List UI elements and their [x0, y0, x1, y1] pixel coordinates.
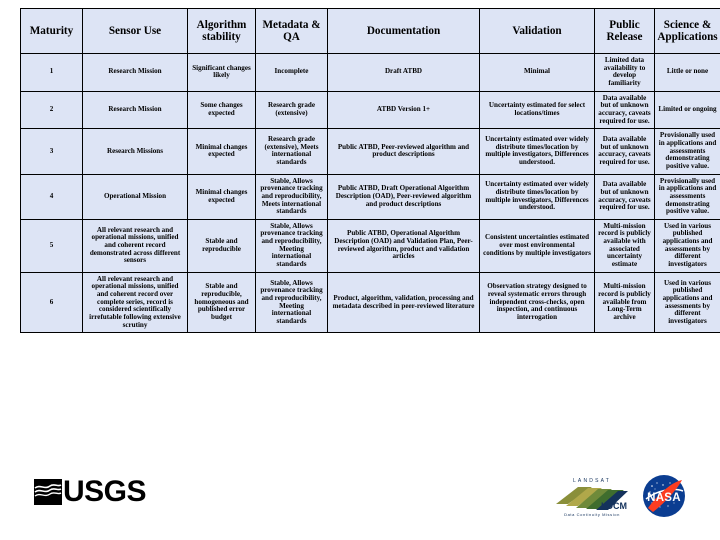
cell-documentation: Public ATBD, Peer-reviewed algorithm and… — [327, 128, 480, 175]
cell-maturity-level: 4 — [20, 173, 83, 220]
column-header-science-applications: Science & Applications — [654, 8, 720, 54]
cell-algorithm-stability: Stable and reproducible — [187, 218, 256, 273]
cell-documentation: Public ATBD, Draft Operational Algorithm… — [327, 173, 480, 220]
cell-validation: Uncertainty estimated over widely distri… — [479, 173, 595, 220]
column-header-algorithm-stability: Algorithm stability — [187, 8, 256, 54]
svg-text:NASA: NASA — [647, 492, 681, 504]
cell-validation: Minimal — [479, 53, 595, 92]
cell-science-applications: Provisionally used in applications and a… — [654, 173, 720, 220]
cell-public-release: Multi-mission record is publicly availab… — [594, 218, 655, 273]
cell-maturity-level: 2 — [20, 90, 83, 130]
slide-canvas: Maturity Sensor Use Algorithm stability … — [0, 0, 720, 540]
cell-public-release: Data available but of unknown accuracy, … — [594, 90, 655, 130]
cell-sensor-use: All relevant research and operational mi… — [82, 271, 188, 334]
nasa-meatball-logo: NASA — [640, 472, 688, 520]
cell-maturity-level: 5 — [20, 218, 83, 273]
table-row: 3 Research Missions Minimal changes expe… — [20, 128, 720, 175]
cell-science-applications: Used in various published applications a… — [654, 271, 720, 334]
cell-sensor-use: Research Mission — [82, 53, 188, 92]
column-header-maturity: Maturity — [20, 8, 83, 54]
cell-algorithm-stability: Significant changes likely — [187, 53, 256, 92]
cell-metadata-qa: Stable, Allows provenance tracking and r… — [255, 173, 328, 220]
maturity-matrix-table-wrapper: Maturity Sensor Use Algorithm stability … — [20, 8, 720, 334]
cell-science-applications: Limited or ongoing — [654, 90, 720, 130]
maturity-matrix-table: Maturity Sensor Use Algorithm stability … — [20, 8, 720, 334]
column-header-public-release: Public Release — [594, 8, 655, 54]
svg-text:Data Continuity Mission: Data Continuity Mission — [564, 512, 620, 517]
column-header-documentation: Documentation — [327, 8, 480, 54]
cell-science-applications: Used in various published applications a… — [654, 218, 720, 273]
cell-algorithm-stability: Stable and reproducible, homogeneous and… — [187, 271, 256, 334]
cell-public-release: Data available but of unknown accuracy, … — [594, 173, 655, 220]
cell-metadata-qa: Research grade (extensive), Meets intern… — [255, 128, 328, 175]
cell-validation: Observation strategy designed to reveal … — [479, 271, 595, 334]
column-header-validation: Validation — [479, 8, 595, 54]
cell-documentation: Public ATBD, Operational Algorithm Descr… — [327, 218, 480, 273]
cell-maturity-level: 6 — [20, 271, 83, 334]
column-header-metadata-qa: Metadata & QA — [255, 8, 328, 54]
cell-maturity-level: 1 — [20, 53, 83, 92]
table-row: 6 All relevant research and operational … — [20, 271, 720, 334]
table-row: 1 Research Mission Significant changes l… — [20, 53, 720, 92]
cell-validation: Uncertainty estimated over widely distri… — [479, 128, 595, 175]
cell-sensor-use: Research Mission — [82, 90, 188, 130]
cell-metadata-qa: Incomplete — [255, 53, 328, 92]
cell-sensor-use: Operational Mission — [82, 173, 188, 220]
cell-public-release: Limited data availability to develop fam… — [594, 53, 655, 92]
cell-science-applications: Provisionally used in applications and a… — [654, 128, 720, 175]
cell-validation: Uncertainty estimated for select locatio… — [479, 90, 595, 130]
cell-public-release: Multi-mission record is publicly availab… — [594, 271, 655, 334]
table-row: 4 Operational Mission Minimal changes ex… — [20, 173, 720, 220]
table-row: 5 All relevant research and operational … — [20, 218, 720, 273]
cell-documentation: ATBD Version 1+ — [327, 90, 480, 130]
svg-text:LDCM: LDCM — [601, 501, 627, 511]
cell-algorithm-stability: Minimal changes expected — [187, 128, 256, 175]
footer-logo-bar: USGS LANDSAT LDCM Data Continuity Missio… — [0, 462, 720, 540]
cell-sensor-use: Research Missions — [82, 128, 188, 175]
usgs-logo: USGS — [34, 475, 147, 509]
cell-science-applications: Little or none — [654, 53, 720, 92]
cell-algorithm-stability: Some changes expected — [187, 90, 256, 130]
cell-metadata-qa: Stable, Allows provenance tracking and r… — [255, 218, 328, 273]
cell-validation: Consistent uncertainties estimated over … — [479, 218, 595, 273]
cell-maturity-level: 3 — [20, 128, 83, 175]
cell-sensor-use: All relevant research and operational mi… — [82, 218, 188, 273]
table-header-row: Maturity Sensor Use Algorithm stability … — [20, 8, 720, 54]
cell-public-release: Data available but of unknown accuracy, … — [594, 128, 655, 175]
landsat-ldcm-logo: LANDSAT LDCM Data Continuity Mission — [552, 474, 632, 519]
cell-metadata-qa: Research grade (extensive) — [255, 90, 328, 130]
cell-algorithm-stability: Minimal changes expected — [187, 173, 256, 220]
cell-documentation: Product, algorithm, validation, processi… — [327, 271, 480, 334]
cell-documentation: Draft ATBD — [327, 53, 480, 92]
svg-text:LANDSAT: LANDSAT — [573, 478, 611, 484]
table-row: 2 Research Mission Some changes expected… — [20, 90, 720, 130]
usgs-wordmark: USGS — [63, 475, 147, 508]
column-header-sensor-use: Sensor Use — [82, 8, 188, 54]
usgs-wave-icon — [34, 479, 62, 505]
cell-metadata-qa: Stable, Allows provenance tracking and r… — [255, 271, 328, 334]
